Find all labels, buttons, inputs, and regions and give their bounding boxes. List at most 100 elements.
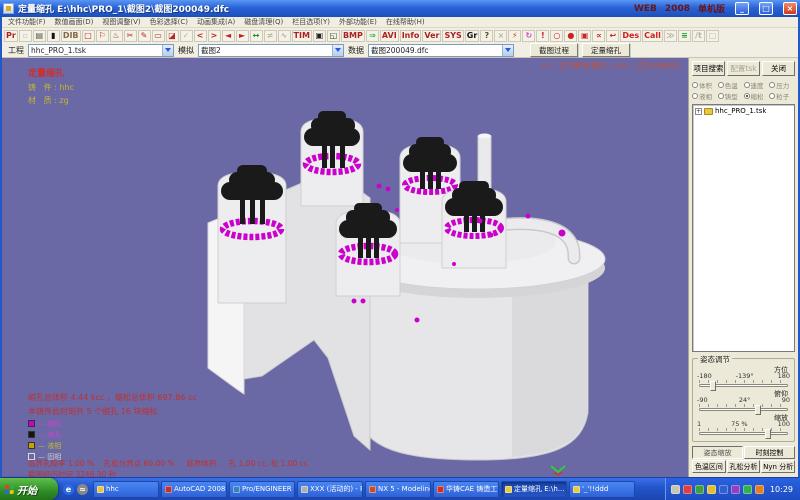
data-combo[interactable]: 截图200049.dfc [368,44,514,57]
quantitative-shrinkage-button[interactable]: 定量缩孔 [582,43,630,57]
task-button[interactable]: XXX (活动的) - P... [297,481,363,498]
maximize-button[interactable]: □ [759,2,773,15]
snapshot-process-button[interactable]: 截图过程 [530,43,578,57]
toolbar-button[interactable]: TIM [292,30,312,42]
radio-display-mode[interactable]: 速度 [744,80,770,90]
radio-display-mode[interactable]: 铸型 [718,91,744,101]
toolbar-button[interactable]: ► [236,30,249,42]
toolbar-button[interactable]: Call [642,30,663,42]
task-button[interactable]: 华铸CAE 铸造工艺... [433,481,499,498]
quick-launch-icon[interactable]: ≈ [77,484,88,495]
toolbar-button[interactable]: ✎ [138,30,151,42]
task-button[interactable]: Pro/ENGINEER Wil... [229,481,295,498]
toolbar-button[interactable]: > [208,30,221,42]
toolbar-button[interactable]: ✂ [124,30,137,42]
tree-item[interactable]: + hhc_PRO_1.tsk [695,107,792,115]
toolbar-button[interactable]: ✓ [180,30,193,42]
toolbar-button[interactable]: ⚡ [508,30,521,42]
color-range-button[interactable]: 色温区间 [692,460,726,473]
tray-icon[interactable] [695,485,704,494]
config-tsk-button[interactable]: 配置tsk [727,61,760,76]
simulation-combo[interactable]: 截图2 [198,44,344,57]
task-button[interactable]: hhc [93,481,159,498]
toolbar-button[interactable]: ▢ [706,30,719,42]
toolbar-button[interactable]: ● [564,30,577,42]
toolbar-button[interactable]: ♨ [110,30,123,42]
chevron-down-icon[interactable] [332,45,343,56]
menu-item[interactable]: 动画集成(A) [197,17,235,27]
time-control-button[interactable]: 时刻控制 [744,446,795,459]
toolbar-button[interactable]: ⚐ [96,30,109,42]
viewport-3d[interactable]: 定量缩孔 铸 件 : hhc 材 质 : zg cc - 立方厘米(毫升)，kc… [2,58,688,477]
toolbar-button[interactable]: ◱ [327,30,340,42]
project-search-button[interactable]: 项目搜索 [692,61,725,76]
toolbar-button[interactable]: Ver [422,30,441,42]
toolbar-button[interactable]: ▭ [152,30,165,42]
toolbar-button[interactable]: AVI [380,30,399,42]
toolbar-button[interactable]: < [194,30,207,42]
porosity-analysis-button[interactable]: 孔松分析 [727,460,761,473]
project-tree[interactable]: + hhc_PRO_1.tsk [692,104,795,352]
toolbar-button[interactable]: BMP [341,30,365,42]
menu-item[interactable]: 数值画面(D) [55,17,94,27]
toolbar-button[interactable]: /t [692,30,705,42]
toolbar-button[interactable]: ≫ [664,30,677,42]
toolbar-button[interactable]: ? [480,30,493,42]
toolbar-button[interactable]: ≠ [264,30,277,42]
toolbar-button[interactable]: ∝ [592,30,605,42]
radio-display-mode[interactable]: 粒子 [769,91,795,101]
slider-track[interactable] [699,408,788,411]
task-button[interactable]: AutoCAD 2008 - [... [161,481,227,498]
tray-icon[interactable] [755,485,764,494]
tray-icon[interactable] [683,485,692,494]
tray-icon[interactable] [743,485,752,494]
task-button[interactable]: 定量缩孔 E:\h... [501,481,567,498]
close-panel-button[interactable]: 关闭 [762,61,795,76]
close-button[interactable]: × [783,2,797,15]
project-combo[interactable]: hhc_PRO_1.tsk [28,44,174,57]
toolbar-button[interactable]: ! [536,30,549,42]
task-button[interactable]: '_'!!ddd [569,481,635,498]
toolbar-button[interactable]: ◄ [222,30,235,42]
tray-icon[interactable] [719,485,728,494]
tree-expand-icon[interactable]: + [695,108,702,115]
toolbar-button[interactable]: ▮ [47,30,60,42]
tray-icon[interactable] [707,485,716,494]
toolbar-button[interactable]: ↻ [522,30,535,42]
toolbar-button[interactable]: Pr [4,30,18,42]
menu-item[interactable]: 在线帮助(H) [386,17,425,27]
toolbar-button[interactable]: Des [620,30,641,42]
pose-zoom-button[interactable]: 姿态缩放 [692,446,743,459]
chevron-down-icon[interactable] [162,45,173,56]
start-button[interactable]: 开始 [0,478,58,500]
toolbar-button[interactable]: DIB [61,30,81,42]
toolbar-button[interactable]: ◪ [166,30,179,42]
nyn-analysis-button[interactable]: Nyn 分析 [761,460,795,473]
menu-item[interactable]: 色彩选择(C) [150,17,188,27]
toolbar-button[interactable]: □ [82,30,95,42]
toolbar-button[interactable]: ▣ [578,30,591,42]
tray-icon[interactable] [671,485,680,494]
toolbar-button[interactable]: ↔ [250,30,263,42]
toolbar-button[interactable]: ∿ [278,30,291,42]
slider-track[interactable] [699,432,788,435]
toolbar-button[interactable]: ↩ [606,30,619,42]
slider-thumb[interactable] [765,429,771,439]
toolbar-button[interactable]: Info [400,30,422,42]
radio-display-mode[interactable]: 体积 [692,80,718,90]
radio-display-mode[interactable]: 液相 [692,91,718,101]
toolbar-button[interactable]: × [494,30,507,42]
radio-display-mode[interactable]: 缩松 [744,91,770,101]
radio-display-mode[interactable]: 压力 [769,80,795,90]
toolbar-button[interactable]: ⇒ [366,30,379,42]
radio-display-mode[interactable]: 色温 [718,80,744,90]
toolbar-button[interactable]: ≡ [678,30,691,42]
toolbar-button[interactable]: Gr [465,30,480,42]
toolbar-button[interactable]: ▣ [313,30,326,42]
chevron-down-icon[interactable] [502,45,513,56]
toolbar-button[interactable]: ○ [550,30,563,42]
menu-item[interactable]: 磁盘清理(Q) [244,17,283,27]
toolbar-button[interactable]: ▤ [33,30,46,42]
tray-icon[interactable] [731,485,740,494]
minimize-button[interactable]: _ [735,2,749,15]
